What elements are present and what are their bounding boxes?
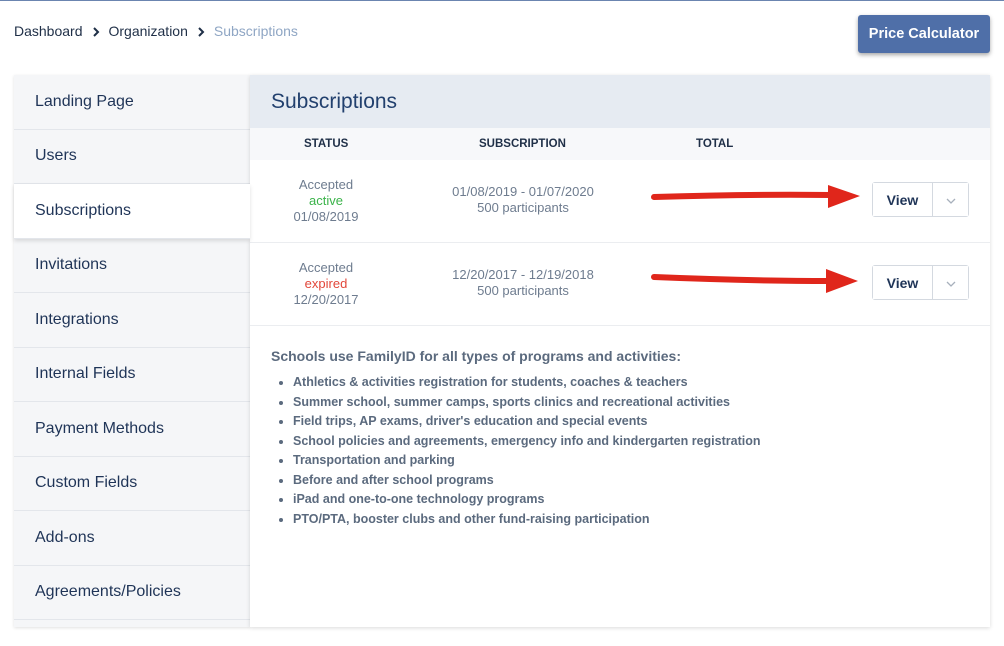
info-section: Schools use FamilyID for all types of pr…: [250, 326, 990, 529]
table-row: Accepted expired 12/20/2017 12/20/2017 -…: [250, 243, 990, 326]
price-calculator-button[interactable]: Price Calculator: [858, 15, 990, 53]
breadcrumb-organization[interactable]: Organization: [109, 23, 188, 39]
subscription-cell: 01/08/2019 - 01/07/2020 500 participants: [418, 184, 628, 216]
sidebar-item-custom-fields[interactable]: Custom Fields: [14, 456, 250, 511]
view-button[interactable]: View: [873, 266, 933, 299]
list-item: Transportation and parking: [293, 451, 990, 471]
chevron-right-icon: [83, 23, 109, 39]
list-item: Field trips, AP exams, driver's educatio…: [293, 412, 990, 432]
page-title: Subscriptions: [250, 75, 990, 128]
sidebar-item-integrations[interactable]: Integrations: [14, 293, 250, 348]
table-header: STATUS SUBSCRIPTION TOTAL: [250, 128, 990, 160]
list-item: PTO/PTA, booster clubs and other fund-ra…: [293, 510, 990, 530]
subscriptions-panel: Subscriptions STATUS SUBSCRIPTION TOTAL …: [250, 75, 990, 627]
status-badge: expired: [304, 276, 348, 291]
breadcrumb: Dashboard Organization Subscriptions: [14, 23, 298, 39]
table-row: Accepted active 01/08/2019 01/08/2019 - …: [250, 160, 990, 243]
red-arrow-icon: [651, 269, 858, 293]
sidebar-item-agreements-policies[interactable]: Agreements/Policies: [14, 565, 250, 620]
dropdown-toggle[interactable]: [933, 183, 968, 216]
info-list: Athletics & activities registration for …: [271, 373, 990, 529]
sidebar-item-add-ons[interactable]: Add-ons: [14, 511, 250, 566]
view-button-group: View: [872, 265, 969, 300]
sidebar-item-subscriptions[interactable]: Subscriptions: [14, 184, 250, 239]
list-item: School policies and agreements, emergenc…: [293, 432, 990, 452]
column-subscription: SUBSCRIPTION: [479, 138, 566, 150]
view-button-group: View: [872, 182, 969, 217]
sidebar-item-payment-methods[interactable]: Payment Methods: [14, 402, 250, 457]
view-button[interactable]: View: [873, 183, 933, 216]
sidebar-item-users[interactable]: Users: [14, 129, 250, 184]
sidebar-item-invitations[interactable]: Invitations: [14, 238, 250, 293]
chevron-down-icon: [946, 192, 956, 207]
chevron-right-icon: [188, 23, 214, 39]
list-item: Athletics & activities registration for …: [293, 373, 990, 393]
chevron-down-icon: [946, 275, 956, 290]
column-status: STATUS: [304, 138, 349, 150]
breadcrumb-dashboard[interactable]: Dashboard: [14, 23, 83, 39]
sidebar-item-internal-fields[interactable]: Internal Fields: [14, 347, 250, 402]
list-item: iPad and one-to-one technology programs: [293, 490, 990, 510]
subscription-cell: 12/20/2017 - 12/19/2018 500 participants: [418, 267, 628, 299]
subscription-period: 12/20/2017 - 12/19/2018: [452, 267, 594, 282]
status-cell: Accepted active 01/08/2019: [270, 177, 382, 225]
status-cell: Accepted expired 12/20/2017: [270, 260, 382, 308]
subscription-period: 01/08/2019 - 01/07/2020: [452, 184, 594, 199]
column-total: TOTAL: [696, 138, 734, 150]
info-title: Schools use FamilyID for all types of pr…: [271, 348, 681, 364]
breadcrumb-subscriptions: Subscriptions: [213, 23, 298, 39]
list-item: Before and after school programs: [293, 471, 990, 491]
status-date: 01/08/2019: [293, 209, 359, 224]
status-text: Accepted: [298, 260, 354, 275]
list-item: Summer school, summer camps, sports clin…: [293, 393, 990, 413]
status-badge: active: [309, 193, 343, 208]
subscription-participants: 500 participants: [477, 283, 569, 298]
sidebar-item-landing-page[interactable]: Landing Page: [14, 75, 250, 130]
status-text: Accepted: [298, 177, 354, 192]
red-arrow-icon: [651, 185, 860, 208]
subscription-participants: 500 participants: [477, 200, 569, 215]
status-date: 12/20/2017: [293, 292, 359, 307]
sidebar: Landing Page Users Subscriptions Invitat…: [14, 75, 250, 627]
dropdown-toggle[interactable]: [933, 266, 968, 299]
